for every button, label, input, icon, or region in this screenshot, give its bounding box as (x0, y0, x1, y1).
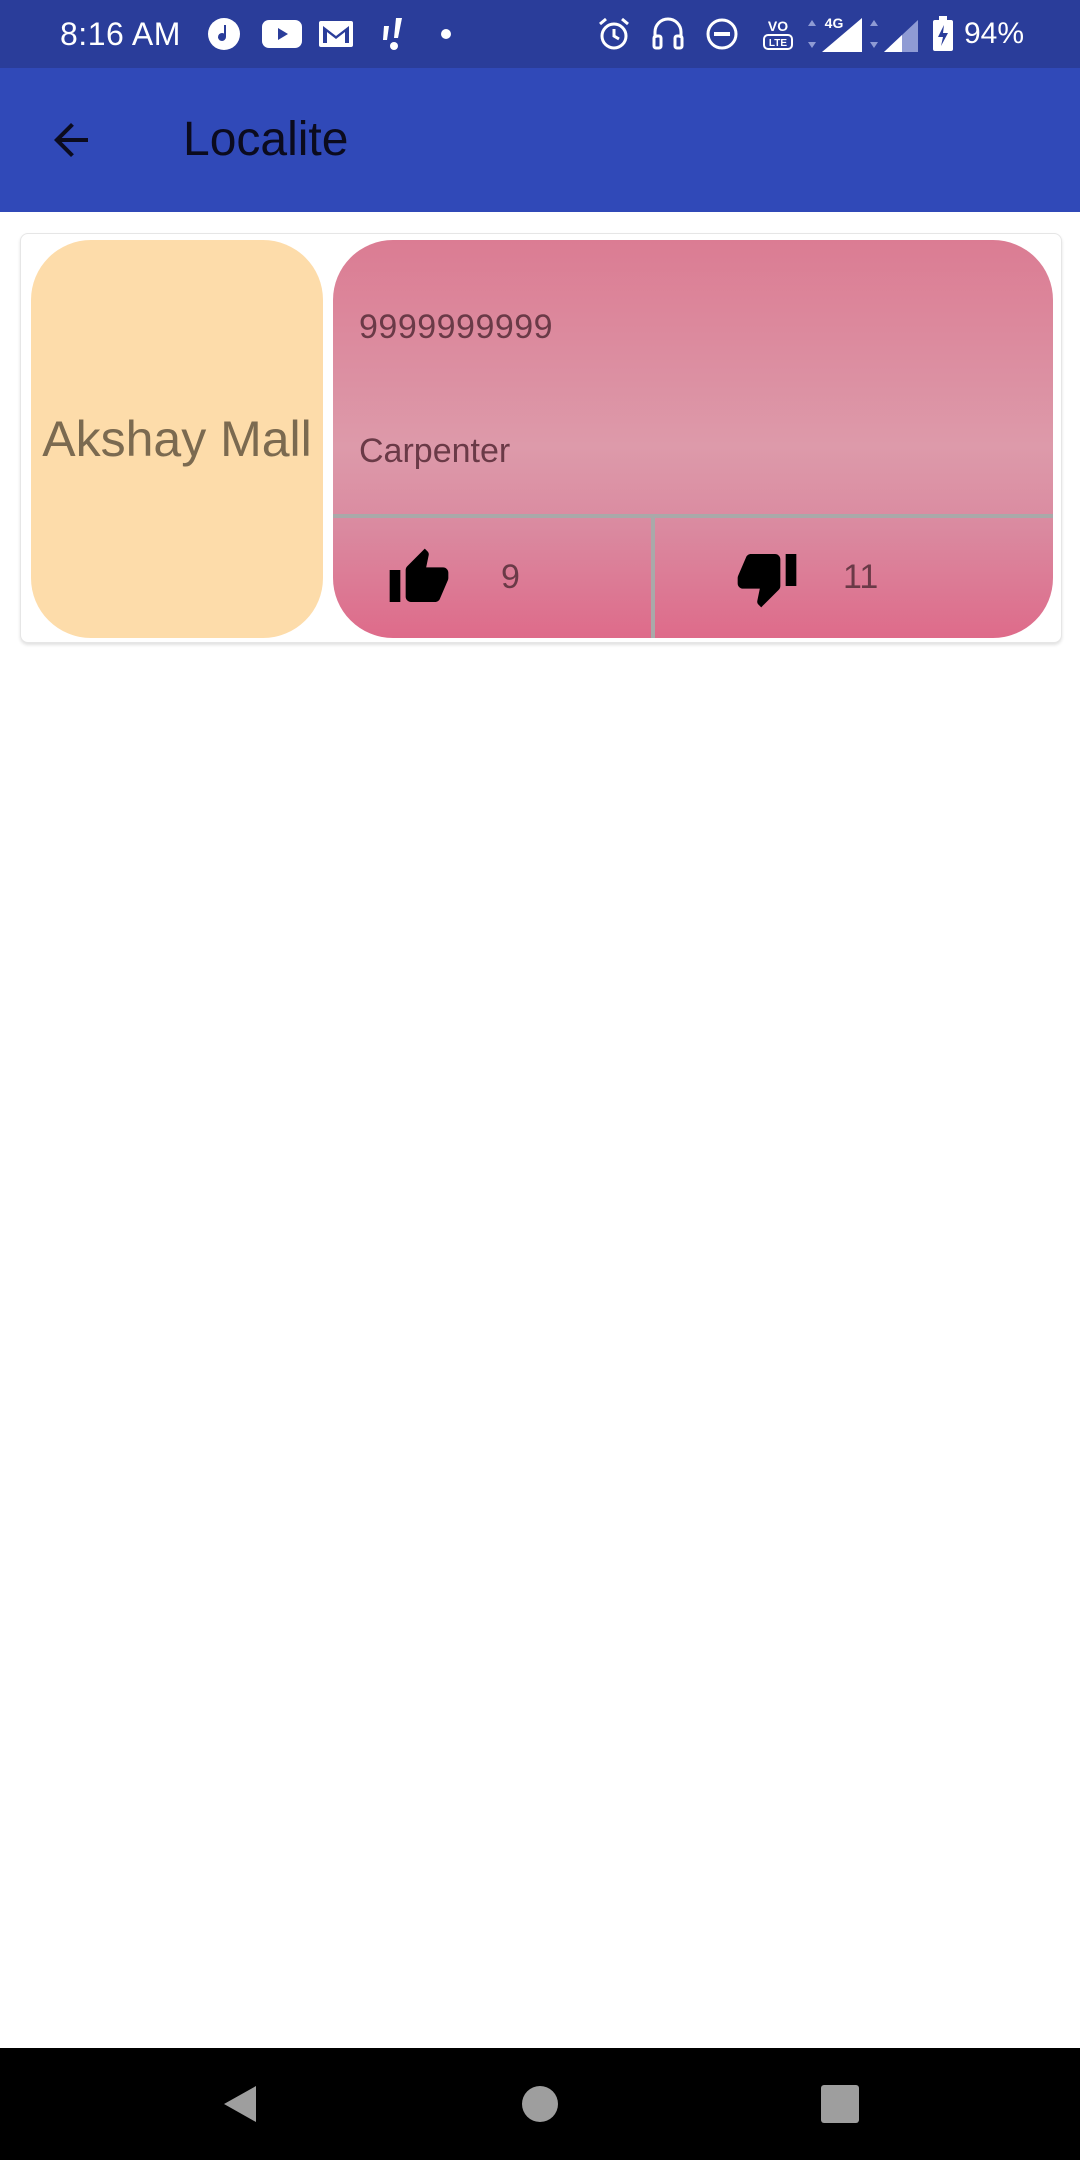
contact-profession: Carpenter (359, 432, 511, 470)
dislike-count: 11 (843, 558, 879, 596)
thumbs-down-icon (737, 554, 797, 608)
volte-icon: VO LTE (756, 14, 800, 54)
info-tile: 9999999999 Carpenter 9 11 (333, 240, 1053, 638)
dot-icon (426, 14, 466, 54)
nav-back-icon (224, 2086, 256, 2122)
nav-back-button[interactable] (210, 2074, 270, 2134)
arrow-back-icon (54, 123, 88, 157)
nav-recents-button[interactable] (810, 2074, 870, 2134)
name-tile[interactable]: Akshay Mall (31, 240, 323, 638)
like-button[interactable]: 9 (333, 518, 651, 638)
app-bar: Localite (0, 68, 1080, 212)
dnd-icon (702, 14, 742, 54)
contact-name: Akshay Mall (42, 411, 312, 467)
music-icon (204, 14, 244, 54)
svg-text:VO: VO (768, 18, 788, 34)
back-button[interactable] (36, 104, 108, 176)
nav-recents-icon (821, 2085, 859, 2123)
nav-home-icon (522, 2086, 558, 2122)
gmail-icon (316, 14, 356, 54)
navigation-bar (0, 2048, 1080, 2160)
contact-card[interactable]: Akshay Mall 9999999999 Carpenter 9 11 (20, 233, 1062, 643)
dislike-button[interactable]: 11 (655, 518, 1053, 638)
svg-text:LTE: LTE (769, 38, 787, 49)
contact-phone[interactable]: 9999999999 (359, 308, 553, 347)
status-time: 8:16 AM (60, 16, 181, 52)
status-bar: 8:16 AM VO LTE 4G 94% (0, 0, 1080, 68)
battery-icon (928, 14, 958, 54)
signal-icon: 4G (806, 14, 866, 54)
battery-percent: 94% (964, 17, 1025, 50)
page-title: Localite (183, 113, 349, 166)
notification-icon (374, 14, 414, 54)
headset-icon (648, 14, 688, 54)
signal-icon-2 (870, 14, 920, 54)
thumbs-up-icon (389, 548, 449, 602)
youtube-icon (260, 14, 304, 54)
like-count: 9 (501, 558, 520, 596)
alarm-icon (594, 14, 634, 54)
nav-home-button[interactable] (510, 2074, 570, 2134)
svg-text:4G: 4G (825, 15, 844, 31)
